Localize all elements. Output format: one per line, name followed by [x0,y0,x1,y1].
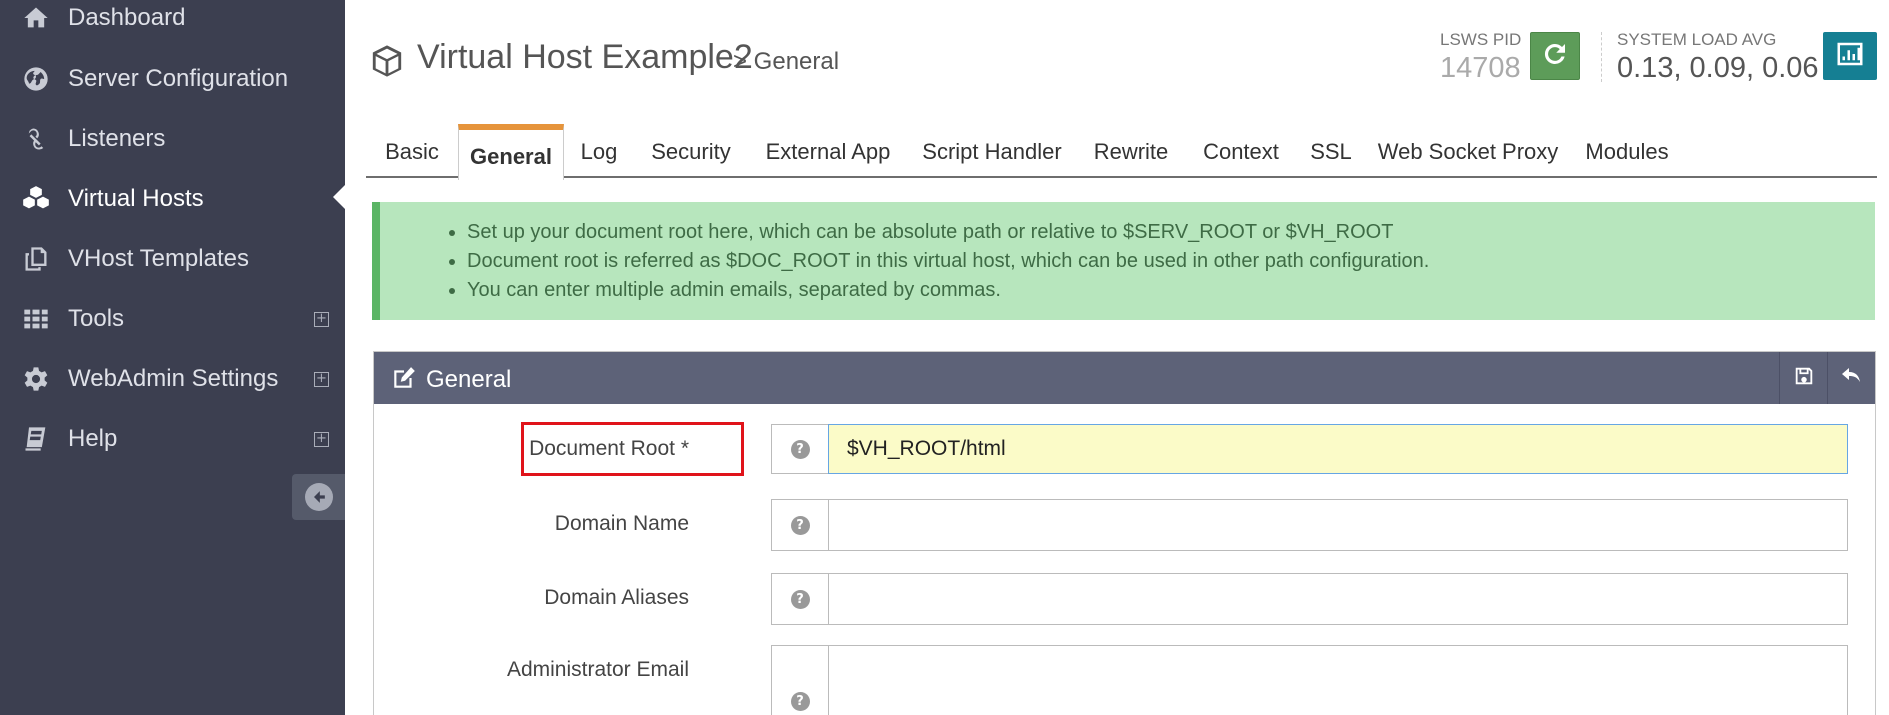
domain-aliases-label: Domain Aliases [544,586,689,609]
tab-external-app[interactable]: External App [748,126,908,178]
cube-icon [370,44,404,83]
sidebar-item-listeners[interactable]: Listeners [0,114,345,164]
pid-value: 14708 [1440,52,1521,84]
refresh-icon [1540,39,1570,74]
undo-icon [1840,364,1864,393]
undo-button[interactable] [1827,352,1875,404]
sidebar-item-label: Server Configuration [68,65,289,92]
highlight-annotation [521,422,744,476]
webadmin-app: Dashboard Server Configuration Listeners… [0,0,1889,715]
expand-icon[interactable]: + [314,371,329,387]
panel-title: General [426,366,512,393]
field-row-domain-name: Domain Name ? [374,499,1875,551]
sidebar-item-tools[interactable]: Tools + [0,294,345,344]
edit-icon [390,365,418,396]
tab-ssl[interactable]: SSL [1296,126,1366,178]
tab-bar: Basic General Log Security External App … [366,124,1877,180]
tab-web-socket-proxy[interactable]: Web Socket Proxy [1366,126,1570,178]
pid-label: LSWS PID [1440,30,1522,49]
domain-name-input[interactable] [828,499,1848,551]
help-button[interactable]: ? [771,499,828,551]
copy-icon [20,243,52,275]
info-item: Set up your document root here, which ca… [467,218,1429,247]
panel-header: General [374,352,1875,404]
save-button[interactable] [1779,352,1827,404]
info-list: Set up your document root here, which ca… [467,218,1429,305]
active-item-caret [333,185,345,209]
tab-security[interactable]: Security [634,126,748,178]
link-icon [20,123,52,155]
question-icon: ? [790,515,810,535]
tab-rewrite[interactable]: Rewrite [1076,126,1186,178]
tab-context[interactable]: Context [1186,126,1296,178]
expand-icon[interactable]: + [314,311,329,327]
stats-button[interactable] [1823,32,1877,80]
page-subtitle: > General [733,48,840,75]
question-icon: ? [790,439,810,459]
home-icon [20,2,52,34]
field-row-domain-aliases: Domain Aliases ? [374,573,1875,625]
bar-chart-icon [1835,39,1865,74]
tab-log[interactable]: Log [564,126,634,178]
expand-icon[interactable]: + [314,431,329,447]
globe-icon [20,63,52,95]
sidebar-item-label: VHost Templates [68,245,249,272]
sidebar-item-label: WebAdmin Settings [68,365,279,392]
load-avg-value: 0.13, 0.09, 0.06 [1617,52,1819,84]
document-root-input[interactable] [828,424,1848,474]
sidebar-item-label: Dashboard [68,4,186,31]
sidebar-item-label: Virtual Hosts [68,185,204,212]
general-panel: General Document Root * ? Domain Name ? [373,351,1876,715]
domain-name-label: Domain Name [554,512,689,535]
question-icon: ? [790,589,810,609]
question-icon: ? [790,692,810,711]
help-button[interactable]: ? [771,645,828,715]
sidebar-item-server-configuration[interactable]: Server Configuration [0,54,345,104]
info-alert: Set up your document root here, which ca… [372,202,1875,320]
sidebar-item-vhost-templates[interactable]: VHost Templates [0,234,345,284]
info-item: Document root is referred as $DOC_ROOT i… [467,247,1429,276]
grid-icon [20,303,52,335]
cubes-icon [20,183,52,215]
info-item: You can enter multiple admin emails, sep… [467,276,1429,305]
help-button[interactable]: ? [771,424,828,474]
sidebar-item-label: Help [68,425,118,452]
book-icon [20,423,52,455]
floppy-disk-icon [1793,365,1815,392]
sidebar-item-webadmin-settings[interactable]: WebAdmin Settings + [0,354,345,404]
gear-icon [20,363,52,395]
tab-modules[interactable]: Modules [1570,126,1684,178]
restart-button[interactable] [1530,32,1580,80]
collapse-sidebar-button[interactable] [292,474,345,520]
tab-basic[interactable]: Basic [366,126,458,178]
sidebar-item-dashboard[interactable]: Dashboard [0,0,345,43]
administrator-email-label: Administrator Email [506,658,689,681]
sidebar-item-label: Tools [68,305,125,332]
arrow-left-icon [304,483,333,511]
sidebar-item-virtual-hosts[interactable]: Virtual Hosts [0,174,345,224]
administrator-email-textarea[interactable] [828,645,1848,715]
page-title: Virtual Host Example2 [417,38,753,76]
sidebar: Dashboard Server Configuration Listeners… [0,0,345,715]
tab-general[interactable]: General [458,124,564,180]
domain-aliases-input[interactable] [828,573,1848,625]
field-row-administrator-email: Administrator Email ? [374,645,1875,715]
tab-script-handler[interactable]: Script Handler [908,126,1076,178]
sidebar-item-help[interactable]: Help + [0,414,345,464]
help-button[interactable]: ? [771,573,828,625]
header-divider [1601,32,1602,82]
sidebar-item-label: Listeners [68,125,166,152]
load-avg-label: SYSTEM LOAD AVG [1617,30,1777,49]
